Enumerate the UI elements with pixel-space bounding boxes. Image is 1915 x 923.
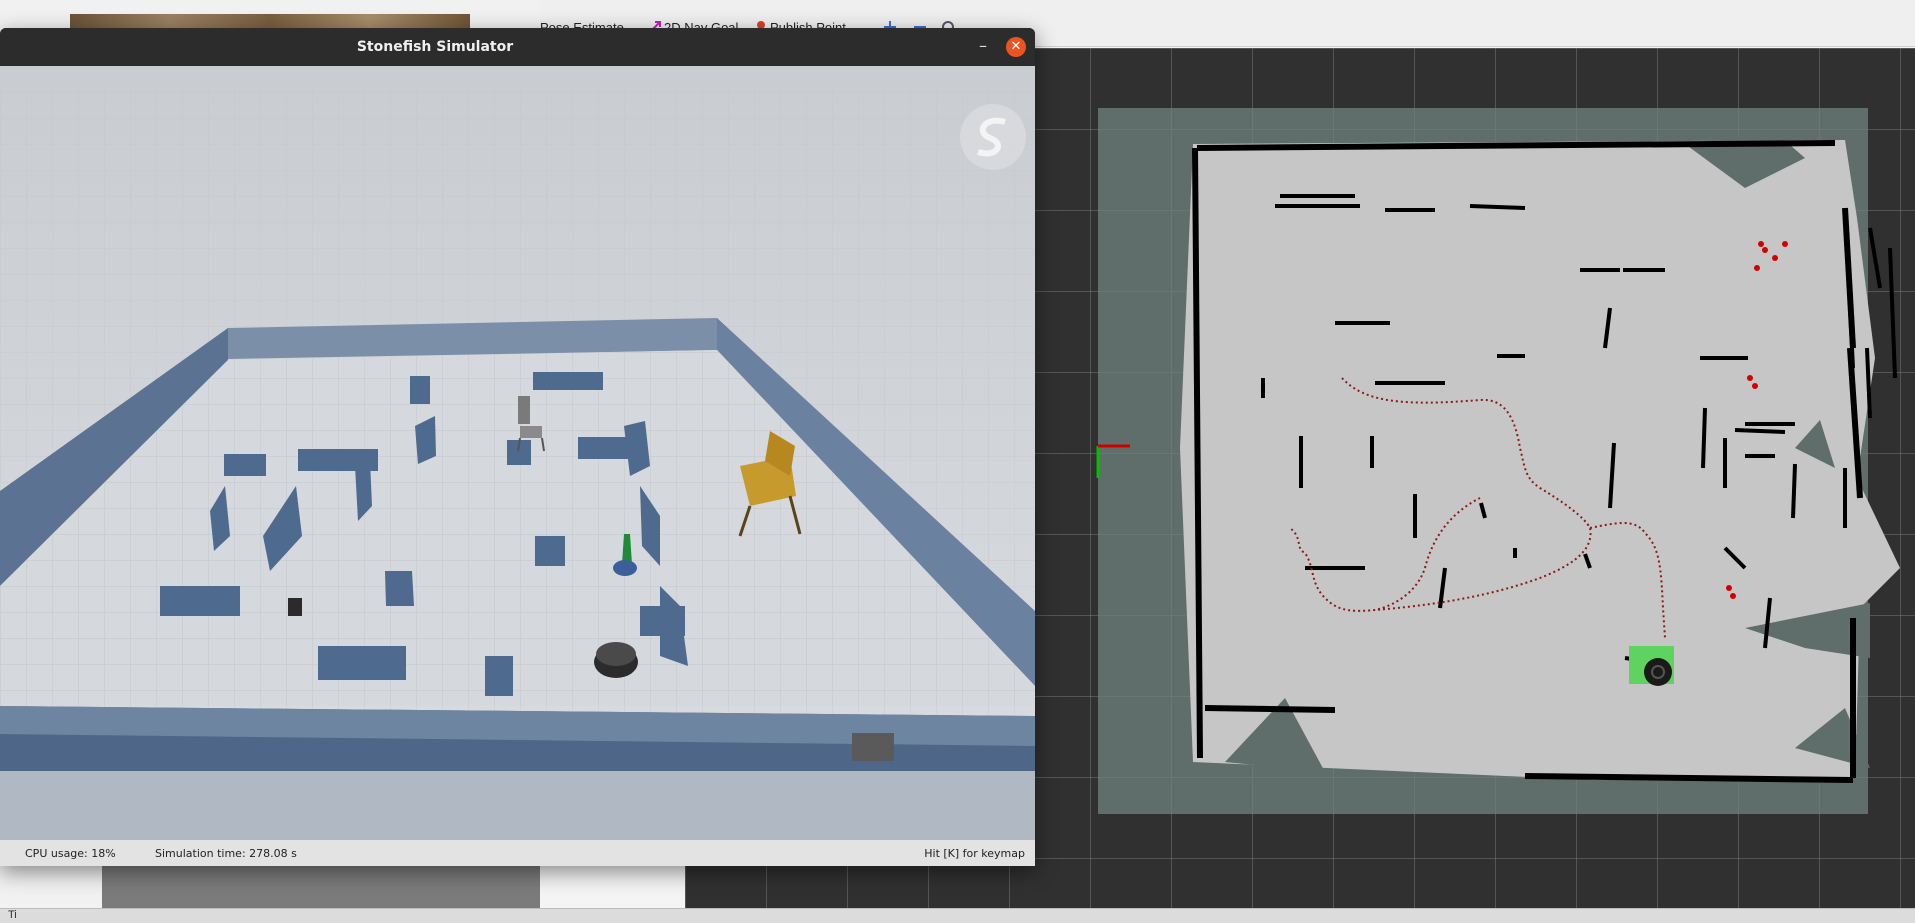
box-object (852, 733, 894, 761)
keymap-hint: Hit [K] for keymap (924, 847, 1025, 860)
simulation-time-label: Simulation time: 278.08 s (155, 847, 297, 860)
window-title: Stonefish Simulator (356, 39, 514, 55)
map-free-area (1180, 140, 1900, 780)
simulation-scene (0, 66, 1035, 840)
robot-marker (1644, 658, 1672, 686)
taskbar-strip: Ti (0, 908, 1915, 923)
simulation-viewport[interactable] (0, 66, 1035, 840)
window-titlebar[interactable]: Stonefish Simulator – ✕ (0, 28, 1035, 66)
background-panel (102, 860, 560, 908)
sim-statusbar: CPU usage: 18% Simulation time: 278.08 s… (0, 840, 1035, 866)
close-button[interactable]: ✕ (1006, 37, 1026, 57)
stonefish-window[interactable]: Stonefish Simulator – ✕ CPU usage: 18% S… (0, 28, 1035, 866)
minimize-button[interactable]: – (973, 37, 993, 57)
cpu-usage-label: CPU usage: 18% (25, 847, 116, 860)
taskbar-label: Ti (8, 909, 17, 921)
